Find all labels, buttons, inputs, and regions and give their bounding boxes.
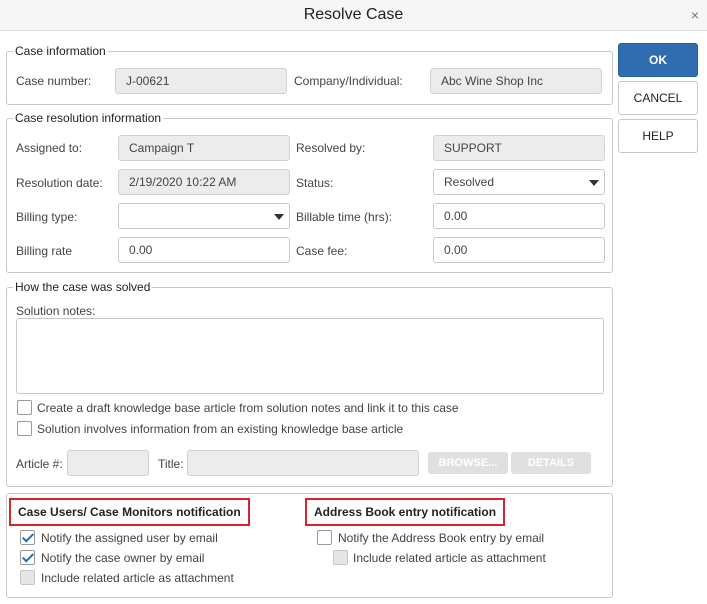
case-number-label: Case number: — [16, 74, 92, 88]
solution-notes-textarea[interactable] — [16, 318, 604, 394]
case-users-notification-title: Case Users/ Case Monitors notification — [9, 498, 250, 526]
create-kb-checkbox[interactable] — [17, 400, 32, 415]
status-value: Resolved — [444, 175, 495, 189]
existing-kb-checkbox[interactable] — [17, 421, 32, 436]
details-button[interactable]: DETAILS — [511, 452, 591, 474]
include-article-left-label: Include related article as attachment — [41, 571, 234, 585]
address-book-notification-title: Address Book entry notification — [305, 498, 506, 526]
article-number-field — [67, 450, 149, 476]
billable-time-label: Billable time (hrs): — [296, 210, 393, 224]
assigned-to-label: Assigned to: — [16, 141, 83, 155]
case-resolution-group: Case resolution information Assigned to:… — [6, 111, 613, 273]
article-title-field — [187, 450, 419, 476]
cancel-button[interactable]: CANCEL — [618, 81, 698, 115]
existing-kb-label: Solution involves information from an ex… — [37, 422, 404, 436]
notify-address-book-label: Notify the Address Book entry by email — [338, 531, 545, 545]
notify-assigned-checkbox[interactable] — [20, 530, 35, 545]
resolved-by-field: SUPPORT — [433, 135, 605, 161]
billing-rate-input[interactable]: 0.00 — [118, 237, 290, 263]
status-label: Status: — [296, 176, 334, 190]
how-solved-legend: How the case was solved — [13, 280, 153, 294]
case-fee-label: Case fee: — [296, 244, 348, 258]
company-label: Company/Individual: — [294, 74, 403, 88]
resolution-date-field: 2/19/2020 10:22 AM — [118, 169, 290, 195]
notify-address-book-checkbox[interactable] — [317, 530, 332, 545]
help-button[interactable]: HELP — [618, 119, 698, 153]
resolved-by-label: Resolved by: — [296, 141, 366, 155]
resolution-date-label: Resolution date: — [16, 176, 103, 190]
billable-time-input[interactable]: 0.00 — [433, 203, 605, 229]
include-article-right-checkbox[interactable] — [333, 550, 348, 565]
notify-owner-checkbox[interactable] — [20, 550, 35, 565]
billing-rate-label: Billing rate — [16, 244, 73, 258]
title-bar: Resolve Case × — [0, 0, 707, 31]
status-select[interactable]: Resolved — [433, 169, 605, 195]
case-fee-input[interactable]: 0.00 — [433, 237, 605, 263]
case-information-group: Case information Case number: J-00621 Co… — [6, 44, 613, 105]
title-label: Title: — [158, 457, 184, 471]
chevron-down-icon — [589, 180, 599, 186]
notify-owner-label: Notify the case owner by email — [41, 551, 205, 565]
company-field: Abc Wine Shop Inc — [430, 68, 602, 94]
notify-assigned-label: Notify the assigned user by email — [41, 531, 218, 545]
create-kb-label: Create a draft knowledge base article fr… — [37, 401, 459, 415]
notifications-group: Case Users/ Case Monitors notification N… — [6, 493, 613, 598]
browse-button[interactable]: BROWSE... — [428, 452, 508, 474]
case-information-legend: Case information — [13, 44, 108, 58]
include-article-right-label: Include related article as attachment — [353, 551, 546, 565]
case-number-field: J-00621 — [115, 68, 287, 94]
how-solved-group: How the case was solved Solution notes: … — [6, 280, 613, 487]
chevron-down-icon — [274, 214, 284, 220]
close-icon[interactable]: × — [691, 7, 699, 23]
assigned-to-field: Campaign T — [118, 135, 290, 161]
case-resolution-legend: Case resolution information — [13, 111, 164, 125]
article-number-label: Article #: — [16, 457, 63, 471]
billing-type-select[interactable] — [118, 203, 290, 229]
ok-button[interactable]: OK — [618, 43, 698, 77]
include-article-left-checkbox[interactable] — [20, 570, 35, 585]
solution-notes-label: Solution notes: — [16, 304, 96, 318]
billing-type-label: Billing type: — [16, 210, 78, 224]
dialog-title: Resolve Case — [303, 6, 404, 23]
